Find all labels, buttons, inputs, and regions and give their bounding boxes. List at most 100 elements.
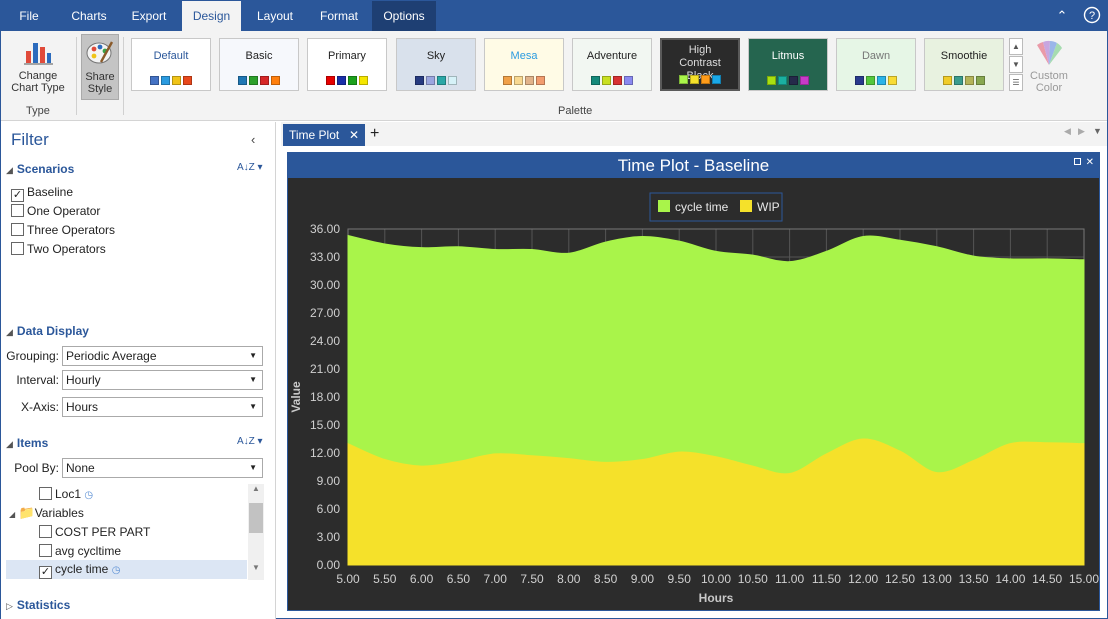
x-axis-title: Hours bbox=[699, 591, 734, 605]
add-tab-button[interactable]: + bbox=[370, 124, 379, 144]
checkbox[interactable] bbox=[11, 223, 24, 236]
tab-export[interactable]: Export bbox=[121, 1, 177, 31]
palette-swatch[interactable]: Default bbox=[131, 38, 211, 91]
x-axis-select[interactable]: Hours ▼ bbox=[62, 397, 263, 417]
sort-filter-icon[interactable]: A↓Z ▾ bbox=[237, 436, 263, 447]
palette-color-chip bbox=[348, 76, 357, 85]
scroll-up-icon[interactable]: ▲ bbox=[248, 484, 264, 493]
palette-color-chip bbox=[690, 75, 699, 84]
collapse-ribbon-icon[interactable]: ⌃ bbox=[1052, 6, 1072, 26]
tree-item-variables[interactable]: ◢ 📁Variables bbox=[9, 505, 84, 523]
checkbox[interactable] bbox=[39, 487, 52, 500]
palette-colors bbox=[132, 76, 210, 85]
expand-arrow-icon[interactable]: ◢ bbox=[9, 510, 15, 519]
tree-item-avg-cycltime[interactable]: avg cycltime bbox=[39, 543, 121, 559]
maximize-icon[interactable] bbox=[1074, 158, 1081, 165]
palette-colors bbox=[397, 76, 475, 85]
document-tab-strip: Time Plot ✕ + ◀ ▶ ▼ bbox=[281, 122, 1107, 146]
statistics-section-header[interactable]: ▷ Statistics bbox=[6, 598, 70, 612]
share-style-button[interactable]: Share Style bbox=[81, 34, 119, 100]
palette-color-chip bbox=[326, 76, 335, 85]
palette-color-chip bbox=[800, 76, 809, 85]
x-tick-label: 12.00 bbox=[848, 572, 878, 586]
close-icon[interactable]: ✕ bbox=[1086, 157, 1094, 168]
gallery-down-button[interactable]: ▼ bbox=[1009, 56, 1023, 73]
tree-scrollbar[interactable]: ▲ ▼ bbox=[248, 484, 264, 580]
palette-group-label: Palette bbox=[558, 105, 593, 117]
scenario-three-operators[interactable]: Three Operators bbox=[11, 222, 115, 238]
close-tab-icon[interactable]: ✕ bbox=[349, 124, 359, 146]
pool-by-select[interactable]: None ▼ bbox=[62, 458, 263, 478]
scenario-one-operator[interactable]: One Operator bbox=[11, 203, 100, 219]
palette-color-chip bbox=[359, 76, 368, 85]
change-chart-type-button[interactable]: Change Chart Type bbox=[7, 37, 69, 94]
palette-swatch[interactable]: Smoothie bbox=[924, 38, 1004, 91]
checkbox[interactable] bbox=[11, 204, 24, 217]
interval-select[interactable]: Hourly ▼ bbox=[62, 370, 263, 390]
x-tick-label: 5.50 bbox=[373, 572, 397, 586]
palette-swatch[interactable]: High Contrast Black bbox=[660, 38, 740, 91]
x-axis-label: X-Axis: bbox=[20, 400, 59, 414]
palette-swatch[interactable]: Litmus bbox=[748, 38, 828, 91]
palette-swatch[interactable]: Mesa bbox=[484, 38, 564, 91]
items-section-header[interactable]: ◢ Items bbox=[6, 436, 48, 450]
palette-name: Sky bbox=[426, 50, 446, 62]
legend-marker bbox=[658, 200, 670, 212]
palette-color-chip bbox=[271, 76, 280, 85]
scenarios-section-header[interactable]: ◢ Scenarios bbox=[6, 162, 74, 176]
palette-color-chip bbox=[602, 76, 611, 85]
palette-swatch[interactable]: Primary bbox=[307, 38, 387, 91]
tab-scroll-left-icon[interactable]: ◀ bbox=[1064, 126, 1071, 137]
palette-swatch[interactable]: Basic bbox=[219, 38, 299, 91]
tree-item-loc1[interactable]: Loc1 ◷ bbox=[39, 486, 93, 504]
palette-name: Mesa bbox=[510, 50, 538, 62]
palette-color-chip bbox=[613, 76, 622, 85]
palette-colors bbox=[485, 76, 563, 85]
checkbox-checked[interactable]: ✓ bbox=[11, 189, 24, 202]
palette-name: Litmus bbox=[771, 50, 805, 62]
tab-time-plot[interactable]: Time Plot ✕ bbox=[283, 124, 365, 146]
scenarios-title: Scenarios bbox=[16, 162, 75, 176]
tab-design[interactable]: Design bbox=[182, 1, 241, 31]
checkbox[interactable] bbox=[39, 525, 52, 538]
custom-color-button[interactable]: Custom Color bbox=[1029, 39, 1069, 94]
collapse-pane-icon[interactable]: ‹ bbox=[251, 132, 255, 147]
tab-file[interactable]: File bbox=[9, 1, 49, 31]
x-tick-label: 11.50 bbox=[812, 572, 841, 586]
help-icon[interactable]: ? bbox=[1082, 6, 1102, 26]
tree-item-cycle-time[interactable]: ✓ cycle time ◷ bbox=[6, 560, 247, 579]
palette-color-chip bbox=[877, 76, 886, 85]
chevron-down-icon: ▼ bbox=[249, 402, 257, 411]
checkbox[interactable] bbox=[39, 544, 52, 557]
palette-color-chip bbox=[767, 76, 776, 85]
tab-layout[interactable]: Layout bbox=[246, 1, 304, 31]
tab-charts[interactable]: Charts bbox=[63, 1, 115, 31]
scrollbar-thumb[interactable] bbox=[249, 503, 263, 533]
checkbox-checked[interactable]: ✓ bbox=[39, 566, 52, 579]
tab-options[interactable]: Options bbox=[372, 1, 436, 31]
palette-swatch[interactable]: Dawn bbox=[836, 38, 916, 91]
x-tick-label: 6.00 bbox=[410, 572, 434, 586]
grouping-select[interactable]: Periodic Average ▼ bbox=[62, 346, 263, 366]
chart-panel: Time Plot - Baseline ✕ 0.00 3.00 6.00 9.00 1… bbox=[287, 152, 1100, 611]
tab-format[interactable]: Format bbox=[309, 1, 369, 31]
checkbox[interactable] bbox=[11, 242, 24, 255]
gallery-expand-button[interactable]: ☰ bbox=[1009, 74, 1023, 91]
palette-swatch[interactable]: Adventure bbox=[572, 38, 652, 91]
menu-bar: File Charts Export Design Layout Format … bbox=[1, 1, 1107, 31]
palette-color-chip bbox=[525, 76, 534, 85]
palette-swatch[interactable]: Sky bbox=[396, 38, 476, 91]
ribbon-separator bbox=[123, 37, 124, 115]
palette-color-chip bbox=[503, 76, 512, 85]
gallery-up-button[interactable]: ▲ bbox=[1009, 38, 1023, 55]
pool-by-label: Pool By: bbox=[14, 461, 59, 475]
tab-list-icon[interactable]: ▼ bbox=[1093, 126, 1102, 136]
sort-filter-icon[interactable]: A↓Z ▾ bbox=[237, 162, 263, 173]
scenario-baseline[interactable]: ✓ Baseline bbox=[11, 184, 73, 202]
tab-scroll-right-icon[interactable]: ▶ bbox=[1078, 126, 1085, 137]
scroll-down-icon[interactable]: ▼ bbox=[248, 563, 264, 572]
scenario-two-operators[interactable]: Two Operators bbox=[11, 241, 106, 257]
data-display-section-header[interactable]: ◢ Data Display bbox=[6, 324, 89, 338]
expand-arrow-icon: ◢ bbox=[6, 165, 13, 175]
tree-item-cost-per-part[interactable]: COST PER PART bbox=[39, 524, 150, 540]
